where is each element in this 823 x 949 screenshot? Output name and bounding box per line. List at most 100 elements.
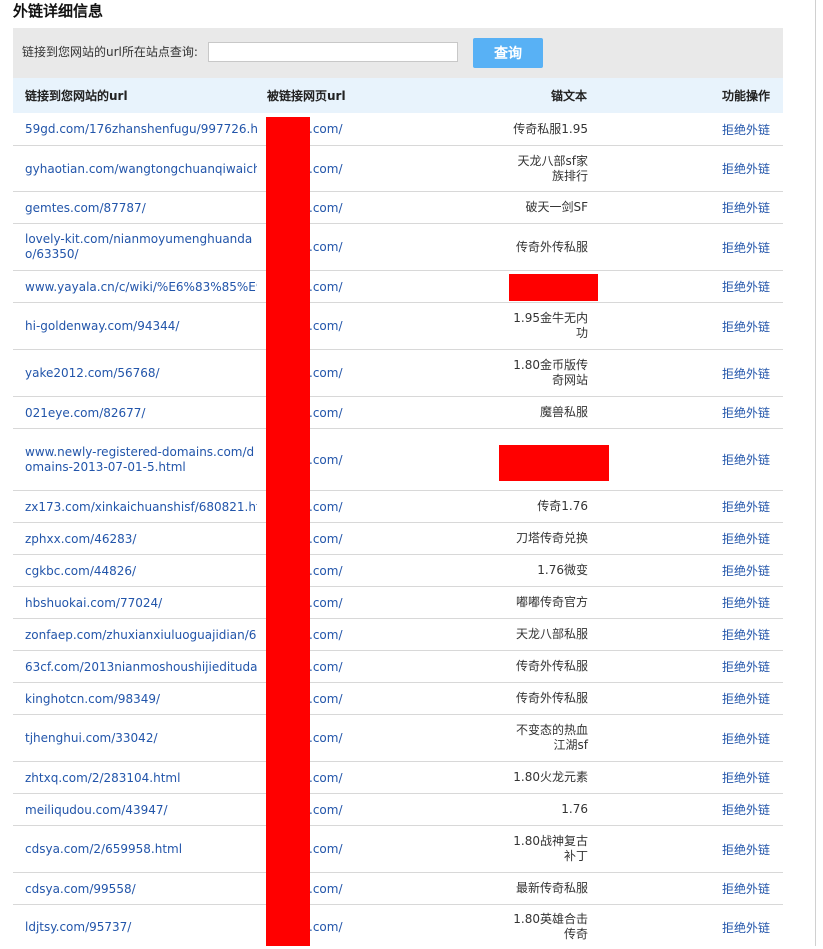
source-url-link[interactable]: hi-goldenway.com/94344/	[25, 303, 257, 349]
target-url-link[interactable]: .com/	[309, 794, 343, 825]
page-title: 外链详细信息	[13, 2, 104, 20]
table-row: zx173.com/xinkaichuanshisf/680821.html .…	[13, 491, 783, 523]
source-url-link[interactable]: zhtxq.com/2/283104.html	[25, 762, 257, 793]
table-row: 63cf.com/2013nianmoshoushijieditudaqu .c…	[13, 651, 783, 683]
source-url-link[interactable]: hbshuokai.com/77024/	[25, 587, 257, 618]
source-url-link[interactable]: tjhenghui.com/33042/	[25, 715, 257, 761]
source-url-link[interactable]: 021eye.com/82677/	[25, 397, 257, 428]
reject-link-button[interactable]: 拒绝外链	[722, 794, 770, 825]
reject-link-button[interactable]: 拒绝外链	[722, 715, 770, 761]
target-url-link[interactable]: .com/	[309, 113, 343, 145]
target-url-link[interactable]: .com/	[309, 683, 343, 714]
table-row: gemtes.com/87787/ .com/ 破天一剑SF 拒绝外链	[13, 192, 783, 224]
reject-link-button[interactable]: 拒绝外链	[722, 350, 770, 396]
target-url-link[interactable]: .com/	[309, 555, 343, 586]
table-row: ldjtsy.com/95737/ .com/ 1.80英雄合击传奇 拒绝外链	[13, 905, 783, 949]
table-row: cgkbc.com/44826/ .com/ 1.76微变 拒绝外链	[13, 555, 783, 587]
anchor-text: 1.76	[561, 802, 588, 816]
source-url-link[interactable]: zx173.com/xinkaichuanshisf/680821.html	[25, 491, 257, 522]
target-url-link[interactable]: .com/	[309, 192, 343, 223]
reject-link-button[interactable]: 拒绝外链	[722, 397, 770, 428]
redaction-block	[509, 274, 598, 301]
search-label: 链接到您网站的url所在站点查询:	[22, 45, 198, 59]
anchor-text: 1.76微变	[537, 563, 588, 577]
reject-link-button[interactable]: 拒绝外链	[722, 762, 770, 793]
anchor-text: 刀塔传奇兑换	[515, 531, 588, 545]
source-url-link[interactable]: zonfaep.com/zhuxianxiuluoguajidian/66819	[25, 619, 257, 650]
anchor-text: 最新传奇私服	[515, 881, 588, 895]
target-url-link[interactable]: .com/	[309, 619, 343, 650]
target-url-link[interactable]: .com/	[309, 715, 343, 761]
reject-link-button[interactable]: 拒绝外链	[722, 651, 770, 682]
target-url-link[interactable]: .com/	[309, 826, 343, 872]
reject-link-button[interactable]: 拒绝外链	[722, 555, 770, 586]
target-url-link[interactable]: .com/	[309, 873, 343, 904]
reject-link-button[interactable]: 拒绝外链	[722, 146, 770, 191]
source-url-link[interactable]: zphxx.com/46283/	[25, 523, 257, 554]
target-url-link[interactable]: .com/	[309, 303, 343, 349]
source-url-link[interactable]: 59gd.com/176zhanshenfugu/997726.html	[25, 113, 257, 145]
reject-link-button[interactable]: 拒绝外链	[722, 303, 770, 349]
anchor-text: 传奇外传私服	[515, 691, 588, 705]
target-url-link[interactable]: .com/	[309, 271, 343, 302]
source-url-link[interactable]: cdsya.com/99558/	[25, 873, 257, 904]
source-url-link[interactable]: gyhaotian.com/wangtongchuanqiwaichuan	[25, 146, 257, 191]
reject-link-button[interactable]: 拒绝外链	[722, 491, 770, 522]
target-url-link[interactable]: .com/	[309, 523, 343, 554]
table-row: yake2012.com/56768/ .com/ 1.80金币版传奇网站 拒绝…	[13, 350, 783, 397]
target-url-link[interactable]: .com/	[309, 350, 343, 396]
target-url-link[interactable]: .com/	[309, 587, 343, 618]
source-url-link[interactable]: 63cf.com/2013nianmoshoushijieditudaqu	[25, 651, 257, 682]
reject-link-button[interactable]: 拒绝外链	[722, 523, 770, 554]
reject-link-button[interactable]: 拒绝外链	[722, 587, 770, 618]
source-url-link[interactable]: gemtes.com/87787/	[25, 192, 257, 223]
target-url-link[interactable]: .com/	[309, 651, 343, 682]
target-url-link[interactable]: .com/	[309, 397, 343, 428]
source-url-link[interactable]: www.yayala.cn/c/wiki/%E6%83%85%E9%	[25, 271, 257, 302]
anchor-text: 天龙八部sf家族排行	[517, 153, 588, 183]
table-row: kinghotcn.com/98349/ .com/ 传奇外传私服 拒绝外链	[13, 683, 783, 715]
table-row: hi-goldenway.com/94344/ .com/ 1.95金牛无内功 …	[13, 303, 783, 350]
header-target-url: 被链接网页url	[267, 89, 346, 103]
reject-link-button[interactable]: 拒绝外链	[722, 619, 770, 650]
source-url-link[interactable]: www.newly-registered-domains.com/domains…	[25, 429, 257, 490]
source-url-link[interactable]: ldjtsy.com/95737/	[25, 905, 257, 949]
reject-link-button[interactable]: 拒绝外链	[722, 429, 770, 490]
source-url-link[interactable]: cgkbc.com/44826/	[25, 555, 257, 586]
source-url-link[interactable]: kinghotcn.com/98349/	[25, 683, 257, 714]
table-row: tjhenghui.com/33042/ .com/ 不变态的热血江湖sf 拒绝…	[13, 715, 783, 762]
anchor-text: 1.80火龙元素	[513, 770, 588, 784]
anchor-text: 魔兽私服	[539, 405, 588, 419]
search-button[interactable]: 查询	[473, 38, 543, 68]
redaction-block	[499, 445, 609, 481]
reject-link-button[interactable]: 拒绝外链	[722, 113, 770, 145]
table-header: 链接到您网站的url 被链接网页url 锚文本 功能操作	[13, 78, 783, 113]
source-url-link[interactable]: cdsya.com/2/659958.html	[25, 826, 257, 872]
reject-link-button[interactable]: 拒绝外链	[722, 826, 770, 872]
anchor-text: 不变态的热血江湖sf	[515, 723, 588, 752]
reject-link-button[interactable]: 拒绝外链	[722, 905, 770, 949]
table-row: hbshuokai.com/77024/ .com/ 嘟嘟传奇官方 拒绝外链	[13, 587, 783, 619]
table-row: zhtxq.com/2/283104.html .com/ 1.80火龙元素 拒…	[13, 762, 783, 794]
reject-link-button[interactable]: 拒绝外链	[722, 271, 770, 302]
table-row: 021eye.com/82677/ .com/ 魔兽私服 拒绝外链	[13, 397, 783, 429]
table-row: meiliqudou.com/43947/ .com/ 1.76 拒绝外链	[13, 794, 783, 826]
source-url-link[interactable]: lovely-kit.com/nianmoyumenghuandao/63350…	[25, 224, 257, 270]
anchor-text: 1.80金币版传奇网站	[513, 358, 588, 387]
target-url-link[interactable]: .com/	[309, 905, 343, 949]
reject-link-button[interactable]: 拒绝外链	[722, 683, 770, 714]
source-url-link[interactable]: meiliqudou.com/43947/	[25, 794, 257, 825]
table-row: gyhaotian.com/wangtongchuanqiwaichuan .c…	[13, 146, 783, 192]
target-url-link[interactable]: .com/	[309, 146, 343, 191]
target-url-link[interactable]: .com/	[309, 429, 343, 490]
reject-link-button[interactable]: 拒绝外链	[722, 224, 770, 270]
target-url-link[interactable]: .com/	[309, 224, 343, 270]
reject-link-button[interactable]: 拒绝外链	[722, 873, 770, 904]
target-url-link[interactable]: .com/	[309, 491, 343, 522]
reject-link-button[interactable]: 拒绝外链	[722, 192, 770, 223]
header-actions: 功能操作	[721, 89, 770, 103]
source-url-link[interactable]: yake2012.com/56768/	[25, 350, 257, 396]
target-url-link[interactable]: .com/	[309, 762, 343, 793]
anchor-text: 传奇私服1.95	[513, 121, 588, 136]
search-input[interactable]	[208, 42, 458, 62]
